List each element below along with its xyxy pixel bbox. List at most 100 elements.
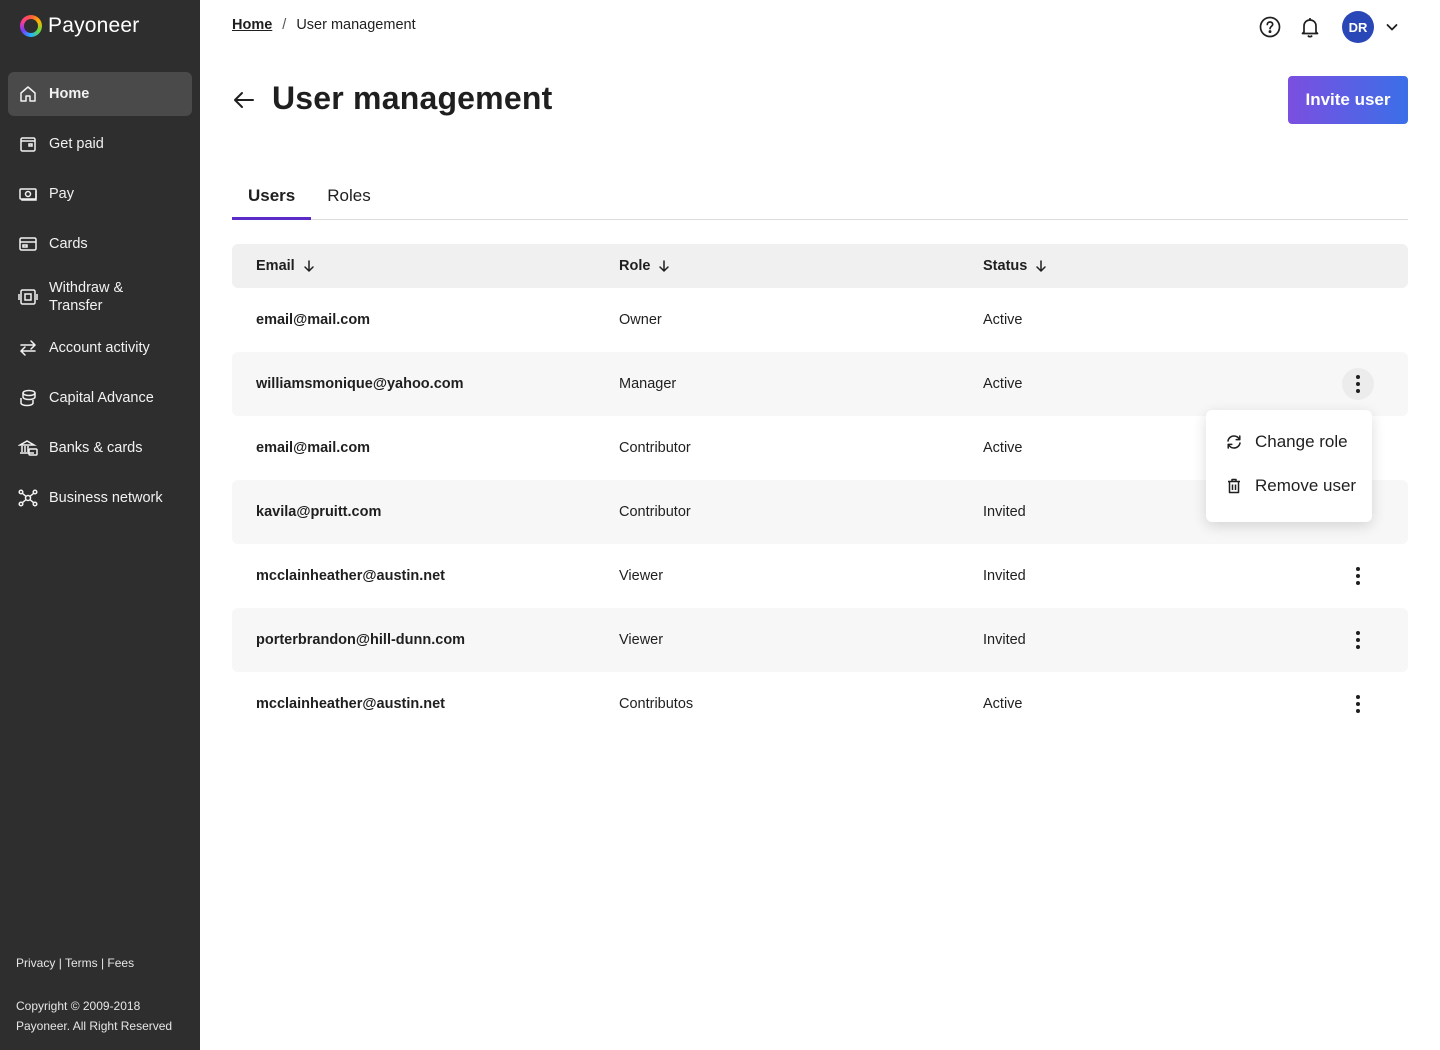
sidebar-item-account-activity[interactable]: Account activity bbox=[8, 326, 192, 370]
sidebar-item-home[interactable]: Home bbox=[8, 72, 192, 116]
footer-separator: | bbox=[100, 956, 105, 970]
fees-link[interactable]: Fees bbox=[107, 956, 134, 970]
terms-link[interactable]: Terms bbox=[65, 956, 98, 970]
row-status: Active bbox=[983, 312, 1023, 328]
column-header-status[interactable]: Status bbox=[983, 258, 1047, 274]
logo-ring-icon bbox=[20, 15, 42, 37]
help-icon[interactable] bbox=[1258, 15, 1282, 39]
sidebar-item-label: Cards bbox=[49, 236, 88, 252]
table-row: mcclainheather@austin.net Contributos Ac… bbox=[232, 672, 1408, 736]
table-row: williamsmonique@yahoo.com Manager Active bbox=[232, 352, 1408, 416]
invite-user-button[interactable]: Invite user bbox=[1288, 76, 1408, 124]
row-status: Invited bbox=[983, 504, 1026, 520]
sidebar-item-capital-advance[interactable]: Capital Advance bbox=[8, 376, 192, 420]
row-email: williamsmonique@yahoo.com bbox=[256, 376, 464, 392]
column-header-label: Email bbox=[256, 258, 295, 274]
row-actions-kebab-icon[interactable] bbox=[1342, 624, 1374, 656]
tab-users[interactable]: Users bbox=[232, 176, 312, 220]
chevron-down-icon[interactable] bbox=[1384, 19, 1400, 35]
row-actions-menu: Change role Remove user bbox=[1206, 410, 1372, 522]
tabs: Users Roles bbox=[232, 176, 1408, 220]
row-role: Manager bbox=[619, 376, 677, 392]
bank-icon bbox=[18, 438, 38, 458]
privacy-link[interactable]: Privacy bbox=[16, 956, 55, 970]
withdraw-icon bbox=[18, 287, 38, 307]
row-email: porterbrandon@hill-dunn.com bbox=[256, 632, 466, 648]
row-role: Viewer bbox=[619, 632, 664, 648]
menu-item-label: Change role bbox=[1255, 432, 1348, 451]
tab-roles[interactable]: Roles bbox=[311, 176, 386, 220]
sidebar-nav: Home Get paid Pay Cards Withdraw & Trans… bbox=[8, 72, 192, 526]
row-status: Invited bbox=[983, 632, 1026, 648]
row-role: Contributos bbox=[619, 696, 694, 712]
top-actions: DR bbox=[1258, 11, 1400, 43]
menu-item-label: Remove user bbox=[1255, 476, 1357, 495]
page-title: User management bbox=[272, 80, 553, 116]
sidebar-item-label: Business network bbox=[49, 490, 163, 506]
table-row: mcclainheather@austin.net Viewer Invited bbox=[232, 544, 1408, 608]
home-icon bbox=[18, 84, 38, 104]
sidebar-item-withdraw-transfer[interactable]: Withdraw & Transfer bbox=[8, 272, 192, 322]
sort-arrow-icon bbox=[303, 260, 314, 272]
row-status: Active bbox=[983, 376, 1023, 392]
footer-separator: | bbox=[58, 956, 62, 970]
brand-name: Payoneer bbox=[48, 14, 140, 37]
row-status: Active bbox=[983, 696, 1023, 712]
table-row: email@mail.com Owner Active bbox=[232, 288, 1408, 352]
row-role: Viewer bbox=[619, 568, 664, 584]
sidebar-item-label: Banks & cards bbox=[49, 440, 143, 456]
sort-arrow-icon bbox=[1036, 260, 1047, 272]
trash-icon bbox=[1228, 478, 1240, 494]
sidebar-item-label: Withdraw & Transfer bbox=[49, 280, 124, 314]
transfer-arrows-icon bbox=[18, 338, 38, 358]
network-icon bbox=[18, 488, 38, 508]
sidebar-item-label: Account activity bbox=[49, 340, 150, 356]
change-role-menu-item[interactable]: Change role bbox=[1206, 420, 1372, 464]
column-header-email[interactable]: Email bbox=[256, 258, 315, 274]
notification-bell-icon[interactable] bbox=[1298, 15, 1322, 39]
sidebar-item-label: Pay bbox=[49, 186, 74, 202]
table-row: porterbrandon@hill-dunn.com Viewer Invit… bbox=[232, 608, 1408, 672]
sidebar-item-business-network[interactable]: Business network bbox=[8, 476, 192, 520]
coins-icon bbox=[18, 388, 38, 408]
table-header: Email Role Status bbox=[232, 244, 1408, 288]
column-header-label: Role bbox=[619, 258, 651, 274]
column-header-label: Status bbox=[983, 258, 1028, 274]
row-email: mcclainheather@austin.net bbox=[256, 568, 445, 584]
remove-user-menu-item[interactable]: Remove user bbox=[1206, 464, 1372, 508]
cash-icon bbox=[18, 184, 38, 204]
row-status: Invited bbox=[983, 568, 1026, 584]
copyright-text: Copyright © 2009-2018 Payoneer. All Righ… bbox=[16, 999, 173, 1033]
payoneer-logo[interactable]: Payoneer bbox=[20, 14, 140, 38]
sidebar-item-get-paid[interactable]: Get paid bbox=[8, 122, 192, 166]
user-avatar[interactable]: DR bbox=[1342, 11, 1374, 43]
row-email: mcclainheather@austin.net bbox=[256, 696, 445, 712]
breadcrumb-home-link[interactable]: Home bbox=[232, 17, 272, 33]
row-email: email@mail.com bbox=[256, 440, 371, 456]
row-actions-kebab-icon[interactable] bbox=[1342, 560, 1374, 592]
breadcrumb: Home / User management bbox=[232, 17, 416, 33]
sidebar: Payoneer Home Get paid Pay Cards Withdra… bbox=[0, 0, 200, 1050]
sidebar-item-pay[interactable]: Pay bbox=[8, 172, 192, 216]
breadcrumb-separator: / bbox=[282, 17, 287, 33]
row-actions-kebab-icon[interactable] bbox=[1342, 688, 1374, 720]
sidebar-item-cards[interactable]: Cards bbox=[8, 222, 192, 266]
row-status: Active bbox=[983, 440, 1023, 456]
row-email: kavila@pruitt.com bbox=[256, 504, 382, 520]
refresh-icon bbox=[1227, 435, 1241, 449]
sidebar-item-label: Get paid bbox=[49, 136, 104, 152]
sort-arrow-icon bbox=[659, 260, 670, 272]
sidebar-item-label: Capital Advance bbox=[49, 390, 154, 406]
sidebar-item-banks-cards[interactable]: Banks & cards bbox=[8, 426, 192, 470]
row-actions-kebab-icon[interactable] bbox=[1342, 368, 1374, 400]
sidebar-item-label: Home bbox=[49, 86, 90, 102]
row-role: Owner bbox=[619, 312, 662, 328]
footer-links: Privacy | Terms | Fees bbox=[16, 956, 134, 970]
column-header-role[interactable]: Role bbox=[619, 258, 670, 274]
breadcrumb-current: User management bbox=[296, 17, 416, 33]
wallet-icon bbox=[18, 134, 38, 154]
row-role: Contributor bbox=[619, 440, 691, 456]
back-arrow-icon[interactable] bbox=[232, 88, 256, 112]
row-email: email@mail.com bbox=[256, 312, 371, 328]
card-icon bbox=[18, 234, 38, 254]
